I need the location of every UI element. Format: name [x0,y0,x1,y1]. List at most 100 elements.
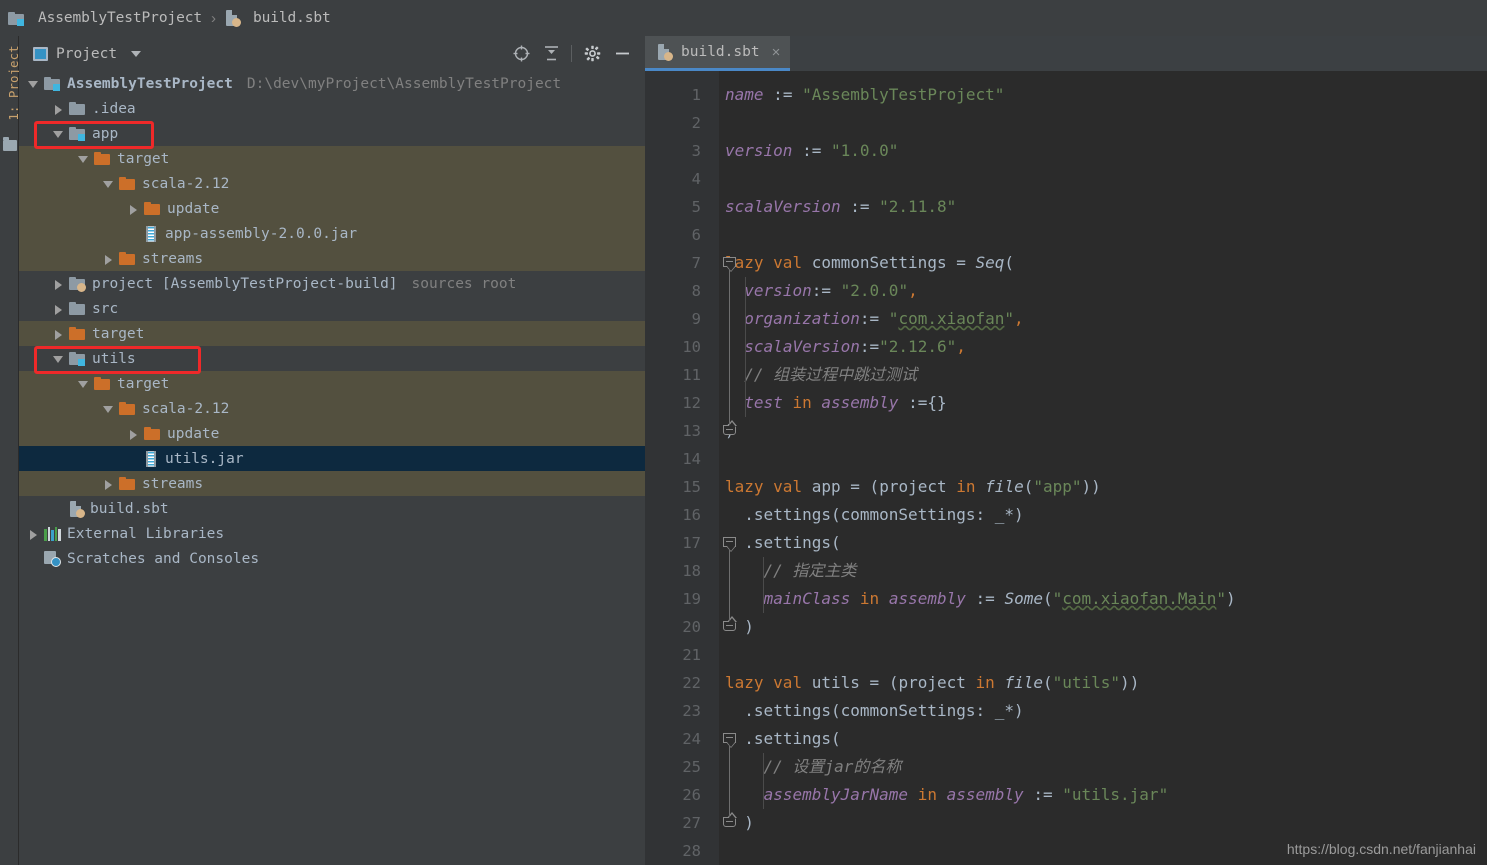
code-line[interactable]: 5 scalaVersion := "2.11.8" [645,193,1487,221]
code-line-text: lazy val utils = (project in file("utils… [725,673,1140,692]
tree-row-app-assembly-2.0.0.jar[interactable]: app-assembly-2.0.0.jar [19,221,645,246]
code-line[interactable]: 24 .settings( [645,725,1487,753]
tree-row-.idea[interactable]: .idea [19,96,645,121]
code-line[interactable]: 19 mainClass in assembly := Some("com.xi… [645,585,1487,613]
code-line[interactable]: 13) [645,417,1487,445]
code-line[interactable]: 10 scalaVersion:="2.12.6", [645,333,1487,361]
tab-build-sbt[interactable]: build.sbt × [645,36,791,71]
tree-row-label: .idea [92,100,136,117]
code-line[interactable]: 21 [645,641,1487,669]
tree-row-utils.jar[interactable]: utils.jar [19,446,645,471]
tree-row-streams[interactable]: streams [19,471,645,496]
code-editor[interactable]: 1 name := "AssemblyTestProject" 2 3 version … [645,71,1487,865]
chevron-down-icon[interactable] [77,377,90,390]
gear-icon[interactable] [577,39,607,69]
code-line[interactable]: 11 // 组装过程中跳过测试 [645,361,1487,389]
tree-row-scala-2.12[interactable]: scala-2.12 [19,396,645,421]
code-line[interactable]: 23 .settings(commonSettings: _*) [645,697,1487,725]
chevron-right-icon[interactable] [52,327,65,340]
tree-row-utils[interactable]: utils [19,346,645,371]
chevron-right-icon[interactable] [102,252,115,265]
tree-row-label: External Libraries [67,525,225,542]
code-line[interactable]: 16 .settings(commonSettings: _*) [645,501,1487,529]
chevron-down-icon[interactable] [131,50,142,57]
code-line[interactable]: 9 organization:= "com.xiaofan", [645,305,1487,333]
fold-connector-line [729,745,730,819]
code-line[interactable]: 8 version:= "2.0.0", [645,277,1487,305]
fold-region-start-icon[interactable] [723,537,737,552]
code-line[interactable]: 22 lazy val utils = (project in file("uti… [645,669,1487,697]
tree-row-streams[interactable]: streams [19,246,645,271]
tree-row-target[interactable]: target [19,321,645,346]
breadcrumb-item-project[interactable]: AssemblyTestProject [8,10,202,26]
code-line-text: scalaVersion := "2.11.8" [725,197,957,216]
chevron-down-icon[interactable] [77,152,90,165]
chevron-right-icon[interactable] [27,527,40,540]
chevron-right-icon[interactable] [127,427,140,440]
code-line[interactable]: 27 ) [645,809,1487,837]
tree-row-update[interactable]: update [19,196,645,221]
tree-row-scratches-and-consoles[interactable]: Scratches and Consoles [19,546,645,571]
chevron-right-icon[interactable] [127,202,140,215]
tree-row-scala-2.12[interactable]: scala-2.12 [19,171,645,196]
project-tree[interactable]: AssemblyTestProject D:\dev\myProject\Asse… [19,71,645,865]
tree-row-label: Scratches and Consoles [67,550,260,567]
tree-row-label: streams [142,250,204,267]
code-line[interactable]: 12 test in assembly :={} [645,389,1487,417]
fold-region-end-icon[interactable] [723,420,737,439]
code-line-text: test in assembly :={} [744,393,947,412]
tree-row-src[interactable]: src [19,296,645,321]
chevron-down-icon[interactable] [102,177,115,190]
close-icon[interactable]: × [772,44,781,61]
line-number: 9 [691,310,701,328]
chevron-right-icon[interactable] [52,277,65,290]
code-line[interactable]: 2 [645,109,1487,137]
collapse-all-icon[interactable] [536,39,566,69]
code-line[interactable]: 20 ) [645,613,1487,641]
code-line[interactable]: 14 [645,445,1487,473]
breadcrumb-item-file[interactable]: build.sbt [225,10,331,27]
tree-row-label: src [92,300,119,317]
tree-row-target[interactable]: target [19,146,645,171]
chevron-right-icon[interactable] [52,302,65,315]
structure-folder-icon[interactable] [3,137,17,151]
fold-region-start-icon[interactable] [723,257,737,272]
tree-row-label: app [92,125,119,142]
locate-icon[interactable] [506,39,536,69]
line-number: 4 [691,170,701,188]
code-line[interactable]: 18 // 指定主类 [645,557,1487,585]
code-content[interactable]: 1 name := "AssemblyTestProject" 2 3 version … [645,71,1487,865]
line-number: 22 [682,674,701,692]
fold-region-start-icon[interactable] [723,733,737,748]
chevron-down-icon[interactable] [27,77,40,90]
code-line[interactable]: 26 assemblyJarName in assembly := "utils… [645,781,1487,809]
tree-row-app[interactable]: app [19,121,645,146]
tree-row-update[interactable]: update [19,421,645,446]
project-panel-title-group[interactable]: Project [33,46,142,62]
code-line[interactable]: 4 [645,165,1487,193]
chevron-down-icon[interactable] [102,402,115,415]
tree-row-external-libraries[interactable]: External Libraries [19,521,645,546]
fold-region-end-icon[interactable] [723,616,737,635]
chevron-down-icon[interactable] [52,127,65,140]
code-line[interactable]: 6 [645,221,1487,249]
folder-icon [69,302,85,315]
code-line[interactable]: 7 lazy val commonSettings = Seq( [645,249,1487,277]
chevron-right-icon[interactable] [102,477,115,490]
folder-orange-icon [94,152,110,165]
fold-region-end-icon[interactable] [723,812,737,831]
code-line[interactable]: 25 // 设置jar的名称 [645,753,1487,781]
code-line[interactable]: 1 name := "AssemblyTestProject" [645,81,1487,109]
code-line[interactable]: 15 lazy val app = (project in file("app")… [645,473,1487,501]
tree-row-project-assemblytestproject-build-[interactable]: project [AssemblyTestProject-build] sourc… [19,271,645,296]
tree-row-build.sbt[interactable]: build.sbt [19,496,645,521]
line-number: 19 [682,590,701,608]
chevron-down-icon[interactable] [52,352,65,365]
minimize-icon[interactable] [607,39,637,69]
module-folder-icon [44,77,60,91]
tree-row-assemblytestproject[interactable]: AssemblyTestProject D:\dev\myProject\Asse… [19,71,645,96]
code-line[interactable]: 3 version := "1.0.0" [645,137,1487,165]
code-line[interactable]: 17 .settings( [645,529,1487,557]
chevron-right-icon[interactable] [52,102,65,115]
tree-row-target[interactable]: target [19,371,645,396]
